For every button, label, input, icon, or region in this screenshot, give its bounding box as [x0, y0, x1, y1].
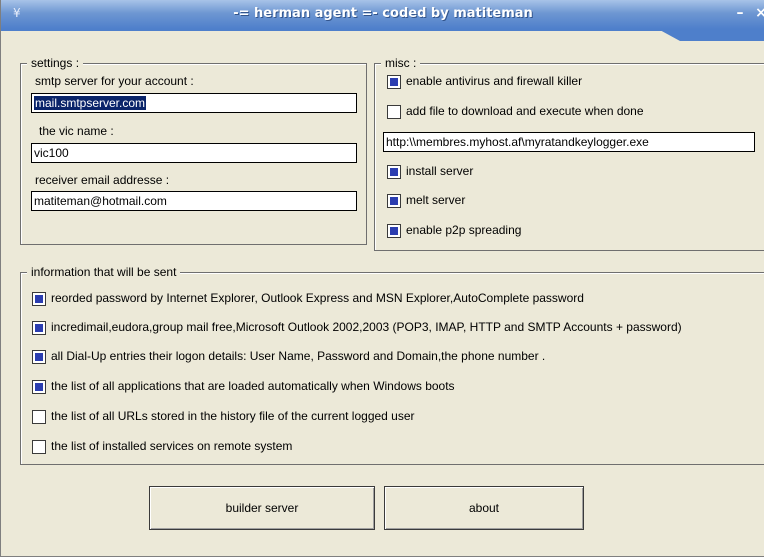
checkbox-box[interactable] [387, 75, 401, 89]
main-window: ¥ -= herman agent =- coded by matiteman … [0, 0, 764, 557]
title-tab-notch [658, 29, 764, 41]
title-divider [1, 29, 764, 31]
checkbox-label: incredimail,eudora,group mail free,Micro… [51, 320, 682, 334]
download-url-input[interactable]: http:\\membres.myhost.af\myratandkeylogg… [383, 132, 755, 152]
builder-server-button[interactable]: builder server [149, 486, 375, 530]
receiver-email-input[interactable]: matiteman@hotmail.com [31, 191, 357, 211]
checkbox-box[interactable] [32, 321, 46, 335]
checkbox-box[interactable] [32, 380, 46, 394]
title-bar[interactable]: ¥ -= herman agent =- coded by matiteman … [1, 0, 764, 29]
checkbox-label: melt server [406, 193, 466, 207]
checkbox-label: reorded password by Internet Explorer, O… [51, 291, 584, 305]
checkbox-box[interactable] [32, 350, 46, 364]
checkbox-label: the list of installed services on remote… [51, 439, 293, 453]
minimize-button[interactable]: – [732, 4, 748, 22]
checkbox-label: the list of all applications that are lo… [51, 379, 455, 393]
checkbox-label: the list of all URLs stored in the histo… [51, 409, 415, 423]
smtp-server-input[interactable]: mail.smtpserver.com [31, 93, 357, 113]
about-button[interactable]: about [384, 486, 584, 530]
vic-name-label: the vic name : [39, 124, 114, 138]
checkbox-label: all Dial-Up entries their logon details:… [51, 349, 546, 363]
checkbox-box[interactable] [387, 194, 401, 208]
misc-legend: misc : [381, 56, 421, 70]
checkbox-box[interactable] [387, 105, 401, 119]
checkbox-box[interactable] [387, 165, 401, 179]
checkbox-label: add file to download and execute when do… [406, 104, 644, 118]
smtp-server-value: mail.smtpserver.com [34, 96, 147, 110]
checkbox-label: enable p2p spreading [406, 223, 522, 237]
smtp-label: smtp server for your account : [35, 74, 194, 88]
window-title: -= herman agent =- coded by matiteman [233, 6, 533, 21]
close-button[interactable]: × [753, 4, 764, 22]
settings-legend: settings : [27, 56, 84, 70]
checkbox-box[interactable] [32, 292, 46, 306]
information-legend: information that will be sent [27, 265, 181, 279]
checkbox-label: enable antivirus and firewall killer [406, 74, 583, 88]
checkbox-label: install server [406, 164, 474, 178]
email-label: receiver email addresse : [35, 173, 170, 187]
vic-name-input[interactable]: vic100 [31, 143, 357, 163]
checkbox-box[interactable] [32, 410, 46, 424]
checkbox-box[interactable] [387, 224, 401, 238]
checkbox-box[interactable] [32, 440, 46, 454]
